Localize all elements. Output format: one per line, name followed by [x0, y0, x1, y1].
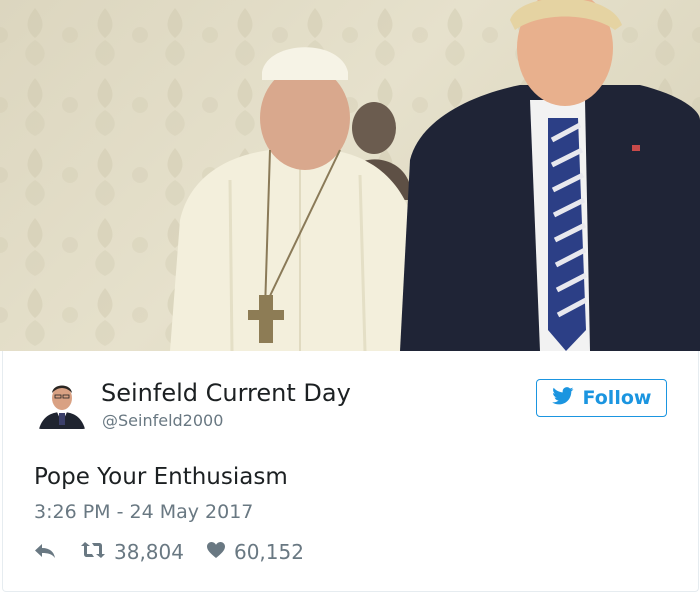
- tweet-card: Seinfeld Current Day @Seinfeld2000 Follo…: [2, 351, 699, 592]
- twitter-bird-icon: [551, 387, 574, 409]
- tweet-photo[interactable]: [0, 0, 700, 351]
- retweet-count: 38,804: [114, 540, 184, 564]
- like-count: 60,152: [233, 540, 304, 564]
- user-handle[interactable]: @Seinfeld2000: [102, 411, 223, 430]
- heart-icon: [206, 540, 226, 564]
- reply-icon: [34, 540, 56, 564]
- display-name[interactable]: Seinfeld Current Day: [101, 379, 351, 407]
- photo-illustration: [0, 0, 700, 351]
- reply-button[interactable]: [34, 540, 56, 564]
- tweet-timestamp[interactable]: 3:26 PM - 24 May 2017: [34, 501, 253, 523]
- retweet-icon: [80, 540, 106, 564]
- tweet-text: Pope Your Enthusiasm: [34, 464, 288, 490]
- like-button[interactable]: 60,152: [206, 540, 304, 564]
- retweet-button[interactable]: 38,804: [80, 540, 184, 564]
- avatar[interactable]: [37, 379, 87, 429]
- follow-button[interactable]: Follow: [536, 379, 667, 417]
- follow-label: Follow: [582, 387, 652, 409]
- tweet-actions: 38,804 60,152: [34, 537, 304, 567]
